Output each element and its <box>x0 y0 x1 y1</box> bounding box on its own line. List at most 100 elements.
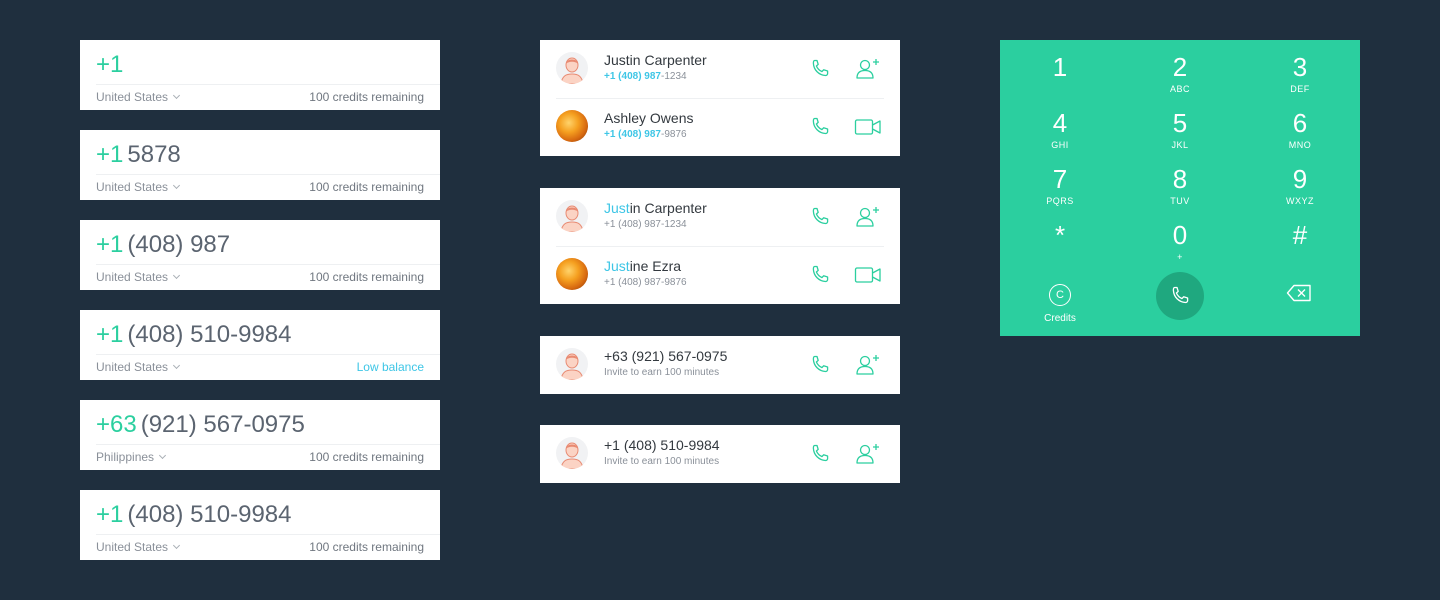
country-name: United States <box>96 180 169 194</box>
dialpad-key[interactable]: 4 GHI <box>1000 96 1120 152</box>
video-call-icon <box>854 267 881 283</box>
phone-number-input[interactable]: +1 (408) 987 <box>96 230 230 260</box>
phone-number-card: +1 (408) 510-9984 United States Low balance <box>80 310 440 380</box>
dialpad-key[interactable]: 3 DEF <box>1240 40 1360 96</box>
contact-row[interactable]: Justin Carpenter +1 (408) 987-1234 <box>540 40 900 98</box>
add-contact-button[interactable] <box>854 353 882 377</box>
key-digit: * <box>1054 220 1066 250</box>
add-contact-icon <box>856 355 879 375</box>
phone-number-input[interactable]: +63 (921) 567-0975 <box>96 410 305 440</box>
country-code: +63 <box>96 411 137 438</box>
key-digit: 1 <box>1052 52 1068 82</box>
phone-number-card: +63 (921) 567-0975 Philippines 100 credits … <box>80 400 440 470</box>
call-button[interactable] <box>808 353 832 377</box>
low-balance-link[interactable]: Low balance <box>357 360 424 374</box>
key-letters: TUV <box>1170 196 1190 206</box>
dialpad: 1 2 ABC 3 DEF 4 GHI 5 JKL 6 MNO 7 PQRS 8 TUV 9 WXYZ * 0 + # … <box>1000 40 1360 336</box>
country-selector[interactable]: United States <box>96 270 181 284</box>
contact-row[interactable]: +1 (408) 510-9984 Invite to earn 100 minu… <box>540 425 900 483</box>
country-selector[interactable]: United States <box>96 360 181 374</box>
dialpad-key[interactable]: 6 MNO <box>1240 96 1360 152</box>
phone-number-input[interactable]: +1 5878 <box>96 140 181 170</box>
video-call-button[interactable] <box>854 263 882 287</box>
dialpad-key[interactable]: 5 JKL <box>1120 96 1240 152</box>
divider <box>96 264 440 265</box>
dialpad-key[interactable]: 7 PQRS <box>1000 152 1120 208</box>
contact-detail: Invite to earn 100 minutes <box>604 456 720 467</box>
key-letters: PQRS <box>1046 196 1074 206</box>
credits-remaining: 100 credits remaining <box>309 540 424 554</box>
country-code: +1 <box>96 501 124 528</box>
country-name: United States <box>96 360 169 374</box>
phone-icon <box>812 59 829 77</box>
dialpad-key[interactable]: 9 WXYZ <box>1240 152 1360 208</box>
key-digit: 8 <box>1172 164 1188 194</box>
add-contact-icon <box>856 444 879 464</box>
divider <box>96 444 440 445</box>
contact-suggestion-card: Justin Carpenter +1 (408) 987-1234 Ashley … <box>540 40 900 156</box>
call-button[interactable] <box>808 205 832 229</box>
country-selector[interactable]: United States <box>96 90 181 104</box>
divider <box>96 174 440 175</box>
country-selector[interactable]: United States <box>96 180 181 194</box>
chevron-down-icon <box>173 271 181 280</box>
call-button[interactable] <box>808 115 832 139</box>
country-name: United States <box>96 270 169 284</box>
match-highlight: +1 (408) 987 <box>604 71 661 82</box>
credits-remaining: 100 credits remaining <box>309 90 424 104</box>
key-letters: DEF <box>1290 84 1310 94</box>
country-code: +1 <box>96 231 124 258</box>
country-selector[interactable]: United States <box>96 540 181 554</box>
chevron-down-icon <box>159 451 167 460</box>
key-letters: ABC <box>1169 84 1190 94</box>
key-digit: 3 <box>1292 52 1308 82</box>
contact-row[interactable]: Ashley Owens +1 (408) 987-9876 <box>540 98 900 156</box>
key-digit: # <box>1292 220 1308 250</box>
phone-number-card: +1 5878 United States 100 credits remaining <box>80 130 440 200</box>
call-button[interactable] <box>1156 272 1204 320</box>
phone-number-input[interactable]: +1 (408) 510-9984 <box>96 320 292 350</box>
key-letters: JKL <box>1171 140 1189 150</box>
add-contact-button[interactable] <box>854 442 882 466</box>
dialpad-key[interactable]: * <box>1000 208 1120 264</box>
country-selector[interactable]: Philippines <box>96 450 167 464</box>
avatar-photo <box>556 258 588 290</box>
chevron-down-icon <box>173 541 181 550</box>
phone-number-input[interactable]: +1 (408) 510-9984 <box>96 500 292 530</box>
contact-detail: +1 (408) 987-1234 <box>604 219 687 230</box>
contact-suggestion-card: +63 (921) 567-0975 Invite to earn 100 min… <box>540 336 900 394</box>
contact-row[interactable]: +63 (921) 567-0975 Invite to earn 100 min… <box>540 336 900 394</box>
dialpad-key[interactable]: 1 <box>1000 40 1120 96</box>
dialpad-key[interactable]: 0 + <box>1120 208 1240 264</box>
credits-button[interactable]: C Credits <box>1036 284 1084 324</box>
dialpad-key[interactable]: # <box>1240 208 1360 264</box>
add-contact-button[interactable] <box>854 57 882 81</box>
contact-row[interactable]: Justine Ezra +1 (408) 987-9876 <box>540 246 900 304</box>
dialpad-key[interactable]: 8 TUV <box>1120 152 1240 208</box>
entered-digits: (408) 987 <box>127 231 231 258</box>
entered-digits: (408) 510-9984 <box>127 321 292 348</box>
entered-digits: 5878 <box>127 141 181 168</box>
call-button[interactable] <box>808 57 832 81</box>
entered-digits: (921) 567-0975 <box>140 411 305 438</box>
phone-icon <box>812 117 829 135</box>
credits-icon: C <box>1049 284 1071 306</box>
country-code: +1 <box>96 51 124 78</box>
phone-number-input[interactable]: +1 <box>96 50 123 80</box>
backspace-button[interactable] <box>1286 284 1312 307</box>
avatar-photo <box>556 110 588 142</box>
add-contact-button[interactable] <box>854 205 882 229</box>
call-button[interactable] <box>808 263 832 287</box>
video-call-button[interactable] <box>854 115 882 139</box>
phone-icon <box>1172 286 1189 304</box>
contact-name: +63 (921) 567-0975 <box>604 348 728 364</box>
credits-remaining: 100 credits remaining <box>309 180 424 194</box>
contact-detail: +1 (408) 987-9876 <box>604 277 687 288</box>
match-highlight: Just <box>604 200 630 216</box>
contact-name: Justin Carpenter <box>604 52 707 68</box>
contact-row[interactable]: Justin Carpenter +1 (408) 987-1234 <box>540 188 900 246</box>
dialpad-key[interactable]: 2 ABC <box>1120 40 1240 96</box>
phone-icon <box>812 265 829 283</box>
phone-icon <box>812 207 829 225</box>
call-button[interactable] <box>808 442 832 466</box>
